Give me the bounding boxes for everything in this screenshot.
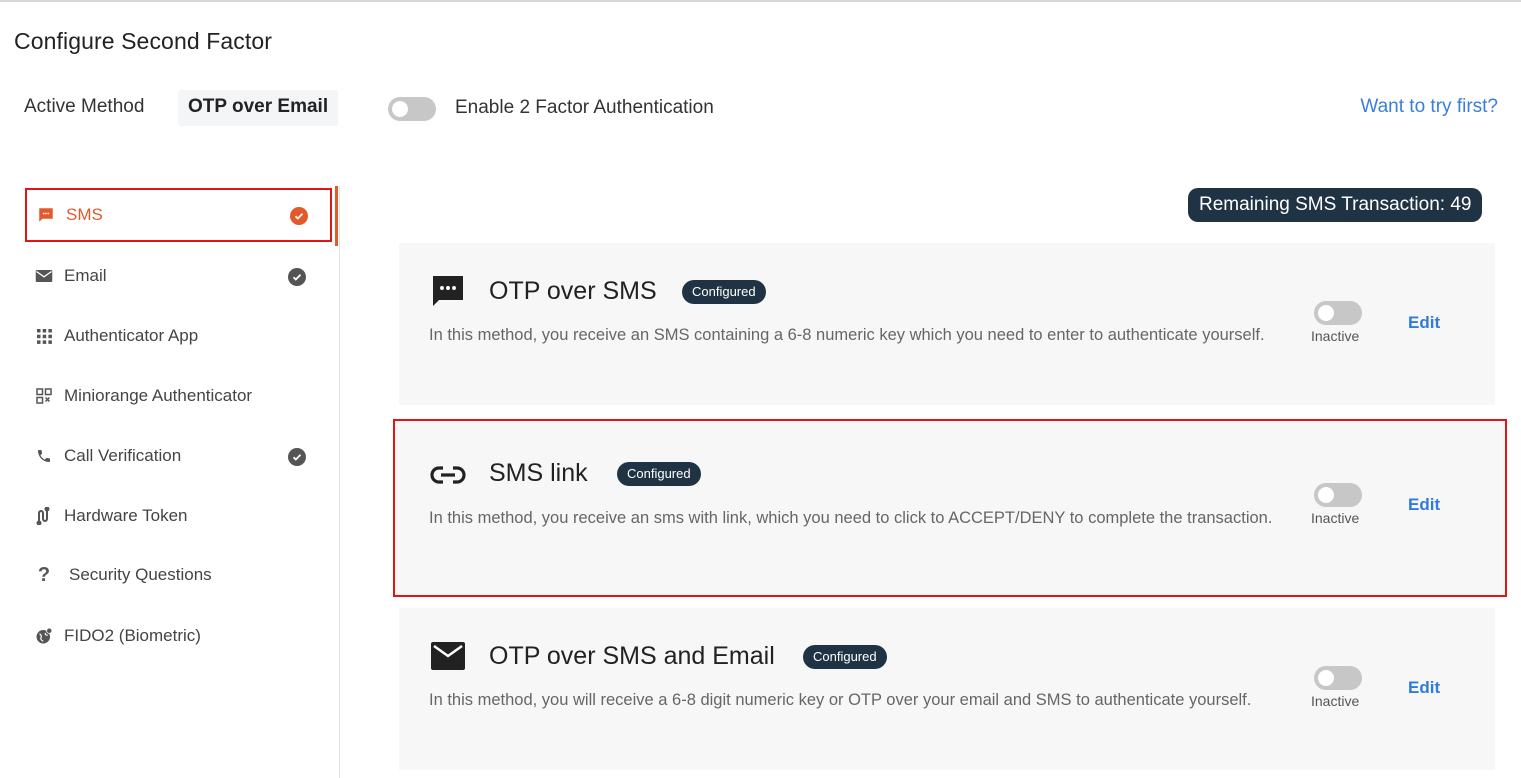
sidebar-active-indicator [335, 186, 338, 246]
method-title: SMS link [489, 459, 588, 487]
grid-icon [34, 326, 54, 346]
method-description: In this method, you receive an sms with … [429, 509, 1273, 527]
method-title: OTP over SMS and Email [489, 642, 775, 670]
toggle-knob [392, 101, 408, 117]
method-status-label: Inactive [1311, 328, 1360, 344]
method-status-label: Inactive [1311, 693, 1360, 709]
sidebar-item-label: Call Verification [64, 446, 182, 465]
sidebar-item-label: Authenticator App [64, 326, 199, 345]
sidebar-item-hardware-token[interactable]: Hardware Token [25, 489, 332, 543]
sidebar-item-authenticator-app[interactable]: Authenticator App [25, 309, 332, 363]
sms-icon [36, 205, 56, 225]
edit-button[interactable]: Edit [1408, 678, 1440, 698]
method-active-toggle[interactable] [1314, 483, 1362, 507]
sidebar-item-label: Email [64, 266, 107, 285]
active-method-value: OTP over Email [178, 90, 339, 126]
edit-button[interactable]: Edit [1408, 313, 1440, 333]
phone-icon [34, 446, 54, 466]
remaining-sms-badge: Remaining SMS Transaction: 49 [1188, 188, 1483, 222]
sidebar-item-miniorange-authenticator[interactable]: Miniorange Authenticator [25, 369, 332, 423]
chat-bubble-icon [430, 273, 466, 309]
top-divider [0, 0, 1521, 2]
envelope-icon [430, 638, 466, 674]
toggle-knob [1318, 670, 1334, 686]
email-icon [34, 266, 54, 286]
question-icon: ? [37, 563, 51, 586]
method-description: In this method, you receive an SMS conta… [429, 326, 1265, 344]
toggle-knob [1318, 487, 1334, 503]
qr-code-icon [34, 386, 54, 406]
check-circle-icon [288, 448, 306, 466]
sidebar-item-label: Hardware Token [64, 506, 188, 525]
sidebar-item-label: Security Questions [69, 565, 212, 584]
method-active-toggle[interactable] [1314, 666, 1362, 690]
method-title: OTP over SMS [489, 277, 657, 305]
sidebar-item-sms[interactable]: SMS [25, 188, 332, 242]
sidebar-item-email[interactable]: Email [25, 249, 332, 303]
method-description: In this method, you will receive a 6-8 d… [429, 691, 1252, 709]
hardware-token-icon [34, 506, 54, 526]
want-to-try-link[interactable]: Want to try first? [1360, 96, 1498, 118]
active-method-label: Active Method [24, 96, 145, 117]
method-status-label: Inactive [1311, 510, 1360, 526]
sidebar-item-label: SMS [66, 205, 103, 224]
enable-2fa-toggle[interactable] [388, 97, 436, 121]
check-circle-icon [290, 207, 308, 225]
sidebar-item-fido2[interactable]: FIDO2 (Biometric) [25, 609, 332, 663]
edit-button[interactable]: Edit [1408, 495, 1440, 515]
method-card-otp-over-sms-and-email: OTP over SMS and Email Configured In thi… [399, 608, 1495, 770]
sidebar-item-label: Miniorange Authenticator [64, 386, 253, 405]
method-card-sms-link: SMS link Configured In this method, you … [393, 419, 1507, 597]
globe-lock-icon [34, 626, 54, 646]
link-icon [430, 457, 466, 493]
page-title: Configure Second Factor [14, 28, 272, 54]
sidebar-item-call-verification[interactable]: Call Verification [25, 429, 332, 483]
method-active-toggle[interactable] [1314, 301, 1362, 325]
sidebar-item-label: FIDO2 (Biometric) [64, 626, 201, 645]
check-circle-icon [288, 268, 306, 286]
configured-badge: Configured [682, 280, 766, 304]
method-card-otp-over-sms: OTP over SMS Configured In this method, … [399, 243, 1495, 405]
configured-badge: Configured [803, 645, 887, 669]
enable-2fa-label: Enable 2 Factor Authentication [455, 97, 714, 118]
configured-badge: Configured [617, 462, 701, 486]
toggle-knob [1318, 305, 1334, 321]
sidebar-item-security-questions[interactable]: ? Security Questions [25, 548, 332, 602]
